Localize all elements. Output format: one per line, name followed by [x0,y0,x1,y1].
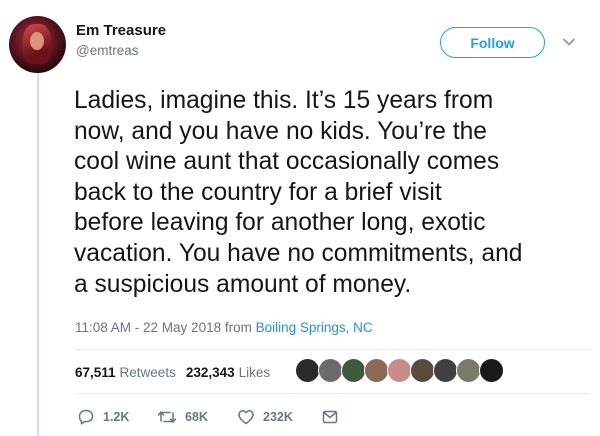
reply-button[interactable]: 1.2K [77,408,157,426]
liker-avatar[interactable] [295,358,320,383]
author-name[interactable]: Em Treasure [76,22,166,39]
like-count: 232K [263,410,293,424]
liker-avatar[interactable] [479,358,504,383]
follow-button[interactable]: Follow [440,27,545,58]
liker-avatar[interactable] [364,358,389,383]
tweet-actions: 1.2K 68K 232K [77,406,347,428]
tweet-stats: 67,511 Retweets 232,343 Likes [75,362,270,382]
tweet-text: Ladies, imagine this. It’s 15 years from… [74,87,523,298]
retweets-label: Retweets [119,364,176,380]
divider-top [75,349,590,350]
thread-line [37,70,39,436]
author-handle[interactable]: @emtreas [76,43,138,58]
likes-count: 232,343 [185,364,235,380]
reply-count: 1.2K [103,410,130,424]
liker-avatar[interactable] [318,358,343,383]
likes-label: Likes [238,364,271,380]
reply-icon [78,409,94,425]
direct-message-button[interactable] [321,408,347,426]
mail-icon [322,410,338,424]
liker-avatar[interactable] [410,358,435,383]
retweet-count: 68K [185,410,208,424]
divider-bottom [75,393,590,394]
retweet-icon [157,411,177,423]
liker-avatar[interactable] [456,358,481,383]
liker-avatar[interactable] [433,358,458,383]
heart-icon [238,410,254,425]
tweet-location-link[interactable]: Boiling Springs, NC [256,320,373,335]
like-button[interactable]: 232K [237,408,321,426]
retweet-button[interactable]: 68K [157,408,237,426]
tweet-from: from [224,320,252,335]
author-avatar[interactable] [9,16,66,73]
liker-avatar[interactable] [341,358,366,383]
likers-avatars [295,358,504,384]
tweet-meta: 11:08 AM - 22 May 2018 from Boiling Spri… [75,320,373,335]
liker-avatar[interactable] [387,358,412,383]
retweets-count: 67,511 [75,364,116,380]
likes-stat[interactable]: 232,343 Likes [186,365,270,380]
tweet-timestamp[interactable]: 11:08 AM - 22 May 2018 [75,320,221,335]
retweets-stat[interactable]: 67,511 Retweets [75,365,176,380]
chevron-down-icon[interactable] [561,34,577,50]
avatar-face [30,32,44,50]
